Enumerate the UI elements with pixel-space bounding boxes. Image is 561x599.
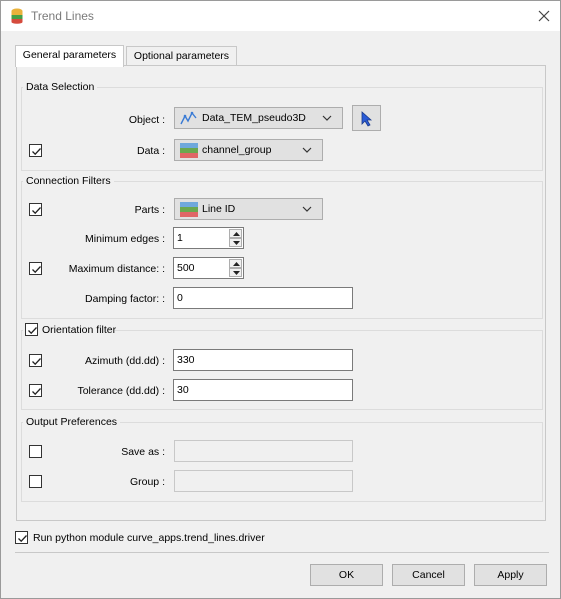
apply-button-label: Apply <box>497 569 524 581</box>
triangle-down-icon <box>233 271 240 275</box>
group-input[interactable] <box>174 470 353 492</box>
parts-checkbox[interactable] <box>29 203 42 216</box>
data-checkbox[interactable] <box>29 144 42 157</box>
run-python-module-checkbox[interactable] <box>15 531 28 544</box>
parts-combobox[interactable]: Line ID <box>174 198 323 220</box>
cursor-arrow-icon <box>361 111 373 127</box>
data-label: Data : <box>136 145 165 157</box>
tolerance-input[interactable]: 30 <box>173 379 353 401</box>
ok-button[interactable]: OK <box>310 564 383 586</box>
object-label: Object : <box>128 114 165 126</box>
group-data-icon <box>180 143 198 158</box>
chevron-down-icon <box>302 204 312 214</box>
data-combobox-value: channel_group <box>202 144 272 156</box>
run-python-module-label: Run python module curve_apps.trend_lines… <box>33 532 265 544</box>
maximum-distance-spinbox[interactable]: 500 <box>173 257 244 279</box>
tolerance-value: 30 <box>177 384 189 396</box>
apply-button[interactable]: Apply <box>474 564 547 586</box>
window-title: Trend Lines <box>31 9 94 23</box>
data-selection-title: Data Selection <box>23 81 98 94</box>
parts-combobox-value: Line ID <box>202 203 236 215</box>
damping-factor-value: 0 <box>177 292 183 304</box>
data-combobox[interactable]: channel_group <box>174 139 323 161</box>
output-preferences-title: Output Preferences <box>23 416 121 429</box>
tolerance-label: Tolerance (dd.dd) : <box>77 385 165 397</box>
checkmark-icon <box>18 535 27 543</box>
minimum-edges-value: 1 <box>177 232 183 244</box>
spin-down-button[interactable] <box>229 238 242 247</box>
maximum-distance-value: 500 <box>177 262 195 274</box>
title-bar: Trend Lines <box>1 1 560 31</box>
trend-lines-dialog: Trend Lines General parameters Optional … <box>0 0 561 599</box>
save-as-label: Save as : <box>121 446 165 458</box>
orientation-filter-title: Orientation filter <box>42 324 117 336</box>
triangle-down-icon <box>233 241 240 245</box>
cancel-button-label: Cancel <box>412 569 445 581</box>
chevron-down-icon <box>322 113 332 123</box>
connection-filters-title: Connection Filters <box>23 175 114 188</box>
object-combobox-value: Data_TEM_pseudo3D <box>202 112 306 124</box>
minimum-edges-spinbox[interactable]: 1 <box>173 227 244 249</box>
app-logo-icon <box>11 8 23 24</box>
azimuth-input[interactable]: 330 <box>173 349 353 371</box>
object-combobox[interactable]: Data_TEM_pseudo3D <box>174 107 343 129</box>
tab-optional-parameters-label: Optional parameters <box>133 50 230 62</box>
maximum-distance-label: Maximum distance: : <box>68 263 165 275</box>
damping-factor-label: Damping factor: : <box>85 293 165 305</box>
curve-object-icon <box>180 111 198 126</box>
group-label: Group : <box>129 476 165 488</box>
azimuth-value: 330 <box>177 354 195 366</box>
footer-separator <box>15 552 549 553</box>
close-icon[interactable] <box>531 4 557 28</box>
orientation-filter-checkbox[interactable] <box>25 323 38 336</box>
cancel-button[interactable]: Cancel <box>392 564 465 586</box>
azimuth-label: Azimuth (dd.dd) : <box>85 355 165 367</box>
spin-down-button[interactable] <box>229 268 242 277</box>
select-object-button[interactable] <box>352 105 381 131</box>
minimum-edges-label: Minimum edges : <box>85 233 165 245</box>
ok-button-label: OK <box>338 569 355 581</box>
damping-factor-input[interactable]: 0 <box>173 287 353 309</box>
group-data-icon <box>180 202 198 217</box>
triangle-up-icon <box>233 262 240 266</box>
checkmark-icon <box>32 148 41 156</box>
tab-general-parameters-label: General parameters <box>22 49 117 61</box>
chevron-down-icon <box>302 145 312 155</box>
tab-optional-parameters[interactable]: Optional parameters <box>126 46 237 66</box>
checkmark-icon <box>28 327 37 335</box>
spin-up-button[interactable] <box>229 229 242 238</box>
checkmark-icon <box>32 207 41 215</box>
triangle-up-icon <box>233 232 240 236</box>
tab-general-parameters[interactable]: General parameters <box>15 45 124 67</box>
spin-up-button[interactable] <box>229 259 242 268</box>
parts-label: Parts : <box>134 204 165 216</box>
save-as-input[interactable] <box>174 440 353 462</box>
